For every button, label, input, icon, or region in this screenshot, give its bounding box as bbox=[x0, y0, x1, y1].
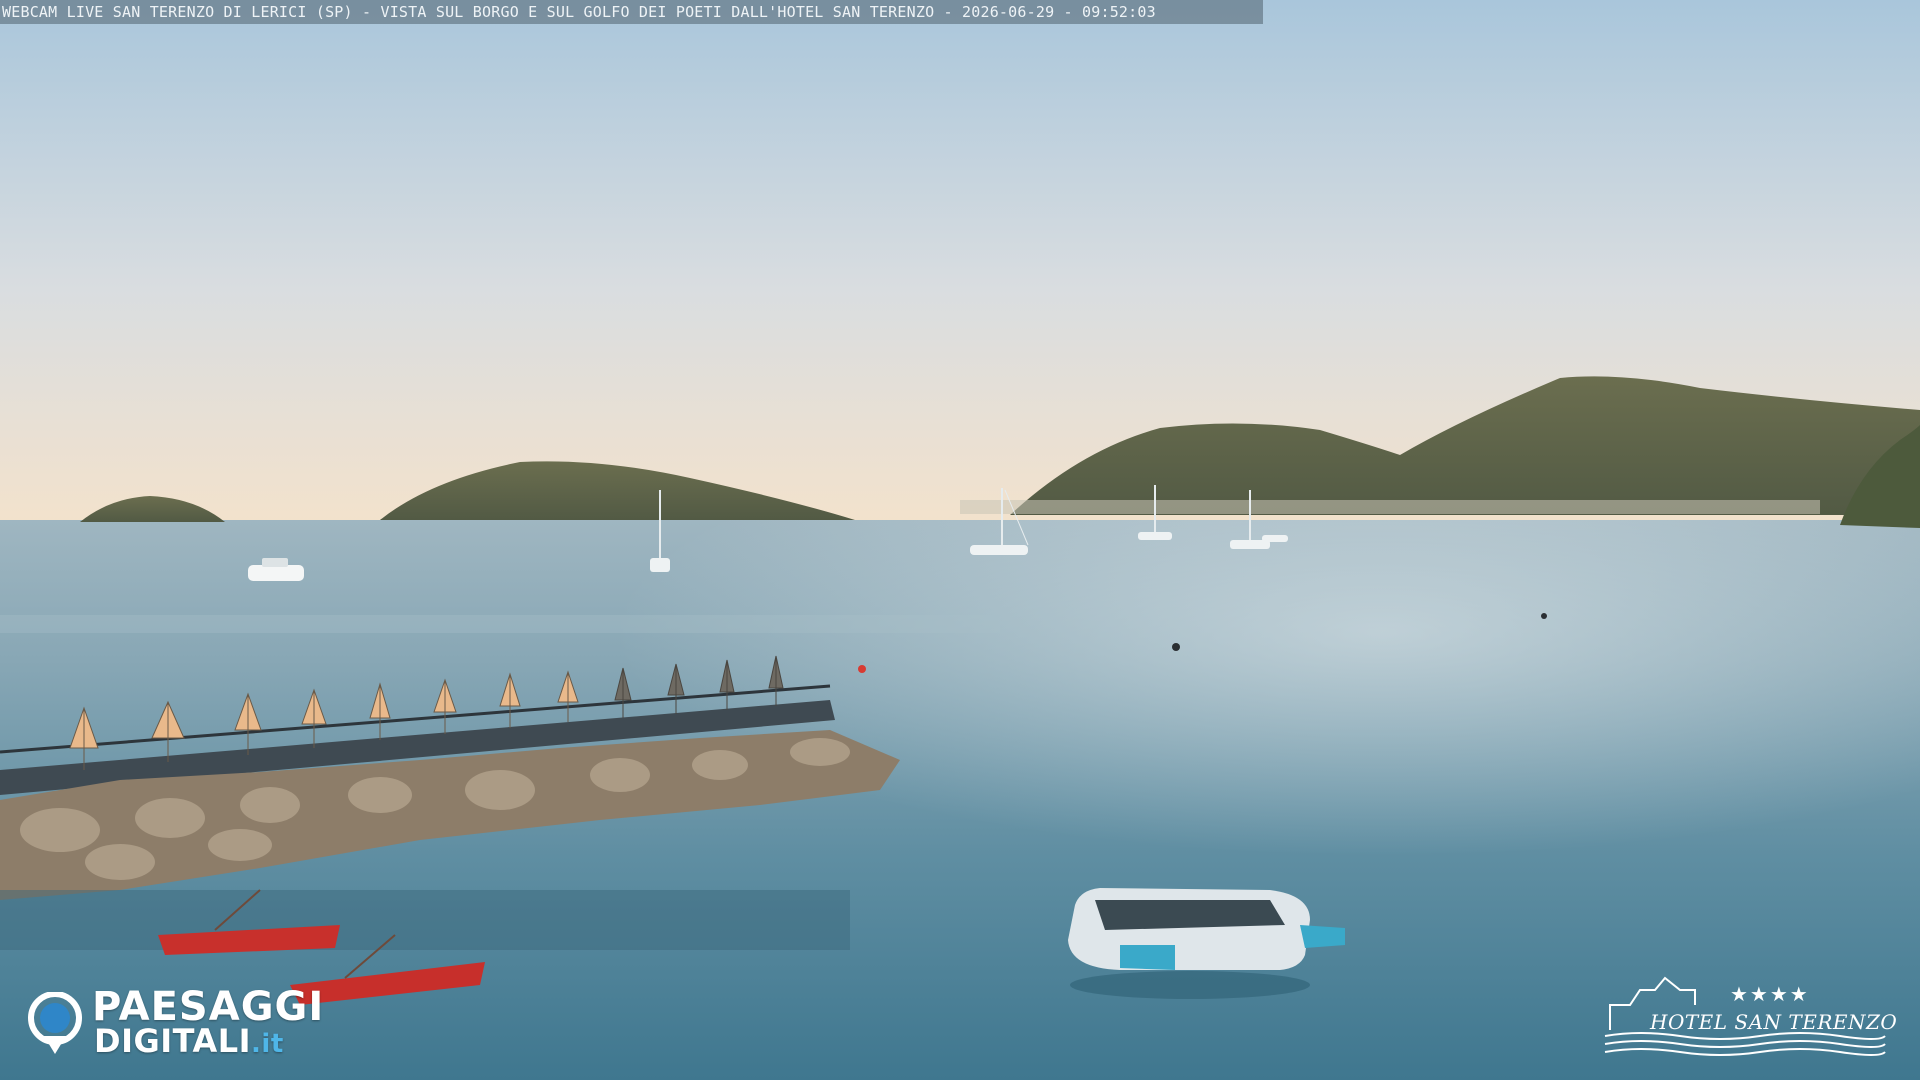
logo-word-digitali: DIGITALI.it bbox=[94, 1022, 284, 1060]
paesaggi-digitali-logo: PAESAGGI DIGITALI.it bbox=[26, 984, 336, 1060]
buoy bbox=[1172, 643, 1180, 651]
buoy bbox=[858, 665, 866, 673]
webcam-frame: WEBCAM LIVE SAN TERENZO DI LERICI (SP) -… bbox=[0, 0, 1920, 1080]
hotel-name: HOTEL SAN TERENZO bbox=[1650, 1010, 1898, 1034]
webcam-caption: WEBCAM LIVE SAN TERENZO DI LERICI (SP) -… bbox=[0, 0, 1263, 24]
logo-word-digitali-text: DIGITALI bbox=[94, 1022, 252, 1060]
floating-trampoline bbox=[1068, 888, 1345, 999]
sea-band bbox=[0, 615, 1000, 633]
webcam-scene bbox=[0, 0, 1920, 1080]
distant-town bbox=[960, 500, 1820, 514]
hotel-san-terenzo-logo: ★★★★ HOTEL SAN TERENZO bbox=[1600, 970, 1897, 1060]
buoy bbox=[1541, 613, 1547, 619]
hotel-stars: ★★★★ bbox=[1730, 982, 1810, 1006]
rock-reflection bbox=[0, 890, 850, 950]
location-pin-icon bbox=[28, 992, 82, 1054]
logo-domain-suffix: .it bbox=[251, 1029, 284, 1059]
